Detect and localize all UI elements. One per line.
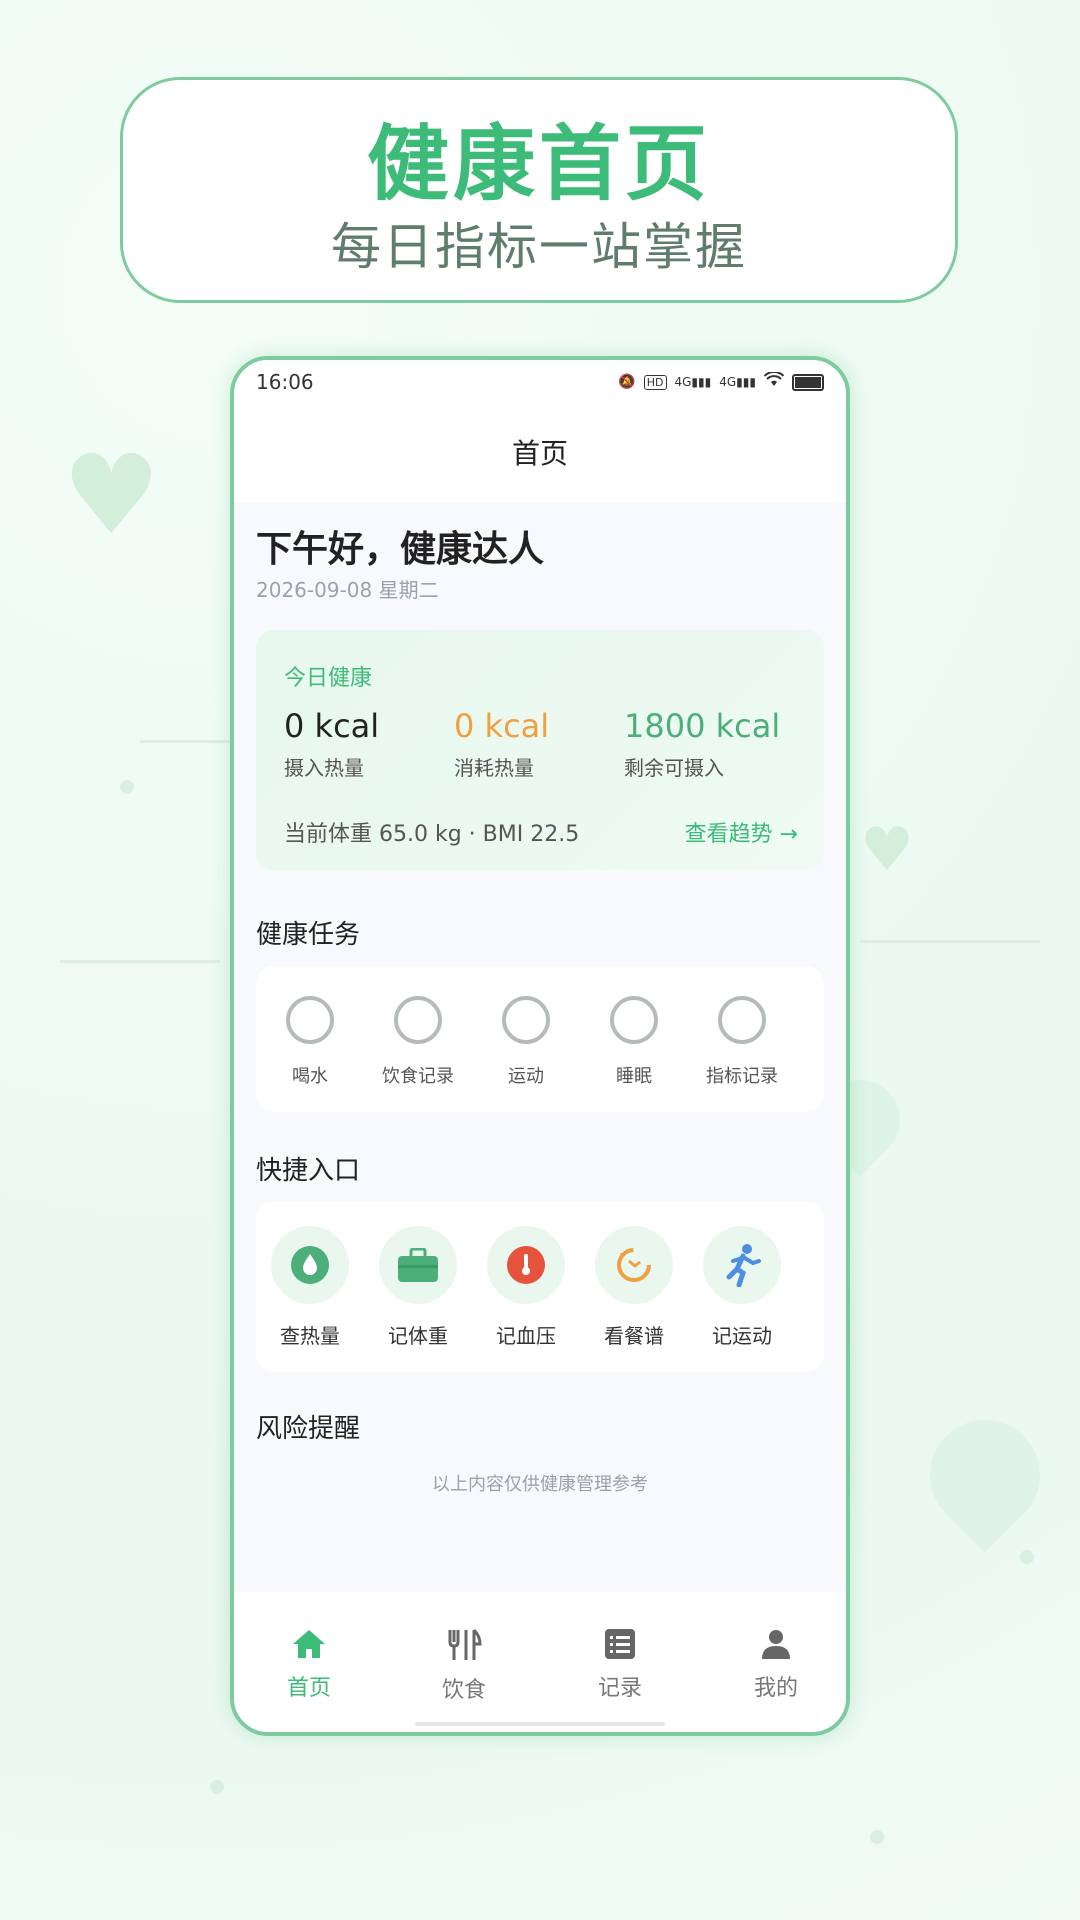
promo-banner: 健康首页 每日指标一站掌握 — [120, 77, 958, 303]
signal-4g-icon: 4G▮▮▮ — [719, 375, 756, 389]
hd-icon: HD — [643, 374, 667, 390]
user-icon — [762, 1630, 790, 1659]
mute-icon: 🔕 — [618, 374, 636, 390]
wifi-icon — [763, 370, 785, 392]
tab-label: 首页 — [286, 1676, 331, 1701]
greeting-date: 2026-09-08 星期二 — [256, 578, 439, 602]
task-item-indicators[interactable]: 指标记录 — [688, 996, 796, 1088]
quick-item-exercise[interactable]: 记运动 — [688, 1226, 796, 1349]
quick-item-blood-pressure[interactable]: 记血压 — [472, 1226, 580, 1349]
quick-item-menu[interactable]: 看餐谱 — [580, 1226, 688, 1349]
quick-label: 记体重 — [388, 1324, 448, 1348]
briefcase-icon — [379, 1226, 457, 1304]
today-title: 今日健康 — [284, 666, 373, 691]
view-trend-link[interactable]: 查看趋势 → — [685, 816, 798, 848]
task-item-diet[interactable]: 饮食记录 — [364, 996, 472, 1088]
thermometer-icon — [487, 1226, 565, 1304]
background-dot — [210, 1780, 224, 1794]
drop-icon — [271, 1226, 349, 1304]
background-heart-icon: ♥ — [860, 815, 914, 885]
quick-item-calorie[interactable]: 查热量 — [256, 1226, 364, 1349]
running-icon — [703, 1226, 781, 1304]
task-item-exercise[interactable]: 运动 — [472, 996, 580, 1088]
tab-records[interactable]: 记录 — [560, 1628, 680, 1702]
task-check-circle[interactable] — [718, 996, 766, 1044]
tab-mine[interactable]: 我的 — [716, 1628, 836, 1702]
list-icon — [605, 1629, 635, 1659]
task-item-water[interactable]: 喝水 — [256, 996, 364, 1088]
metric-remaining: 1800 kcal 剩余可摄入 — [624, 710, 780, 781]
metric-label: 剩余可摄入 — [624, 756, 724, 780]
quick-title: 快捷入口 — [256, 1156, 361, 1186]
bottom-tab-bar: 首页 饮食 记录 我的 — [234, 1592, 846, 1732]
tab-home[interactable]: 首页 — [249, 1628, 369, 1702]
background-dot — [1020, 1550, 1034, 1564]
quick-panel: 查热量 记体重 记血压 看餐谱 记运动 — [256, 1202, 824, 1372]
refresh-icon — [595, 1226, 673, 1304]
home-indicator — [415, 1722, 665, 1726]
task-label: 运动 — [508, 1066, 544, 1087]
tab-label: 饮食 — [441, 1678, 486, 1703]
weight-bmi-text: 当前体重 65.0 kg · BMI 22.5 — [284, 822, 580, 847]
metric-intake: 0 kcal 摄入热量 — [284, 710, 379, 781]
task-label: 指标记录 — [706, 1066, 778, 1087]
background-dot — [120, 780, 134, 794]
task-label: 喝水 — [292, 1066, 328, 1087]
background-heart-icon: ♥ — [62, 431, 161, 559]
tasks-title: 健康任务 — [256, 920, 361, 950]
signal-4g-icon: 4G▮▮▮ — [674, 375, 712, 389]
phone-frame: 16:06 🔕 HD 4G▮▮▮ 4G▮▮▮ 首页 下午好，健康达人 2026-… — [230, 356, 850, 1736]
risk-title: 风险提醒 — [256, 1414, 361, 1444]
quick-label: 查热量 — [280, 1324, 340, 1348]
battery-icon — [792, 373, 824, 391]
metric-value: 0 kcal — [454, 707, 550, 745]
tab-diet[interactable]: 饮食 — [404, 1628, 524, 1704]
greeting-text: 下午好，健康达人 — [256, 529, 545, 570]
background-dot — [870, 1830, 884, 1844]
quick-label: 记运动 — [712, 1324, 772, 1348]
status-icons: 🔕 HD 4G▮▮▮ 4G▮▮▮ — [618, 370, 824, 392]
banner-subtitle: 每日指标一站掌握 — [331, 218, 747, 276]
task-label: 睡眠 — [616, 1066, 652, 1087]
metric-label: 消耗热量 — [454, 756, 534, 780]
tab-label: 记录 — [597, 1676, 642, 1701]
task-label: 饮食记录 — [382, 1066, 454, 1087]
tasks-panel: 喝水 饮食记录 运动 睡眠 指标记录 — [256, 966, 824, 1112]
metric-value: 1800 kcal — [624, 707, 781, 745]
task-check-circle[interactable] — [610, 996, 658, 1044]
background-line — [60, 960, 220, 963]
page-title: 首页 — [511, 437, 568, 470]
background-drop-icon — [907, 1397, 1063, 1553]
banner-title: 健康首页 — [366, 117, 711, 212]
metric-value: 0 kcal — [284, 707, 380, 745]
disclaimer-note: 以上内容仅供健康管理参考 — [432, 1474, 648, 1495]
quick-item-weight[interactable]: 记体重 — [364, 1226, 472, 1349]
quick-label: 看餐谱 — [604, 1324, 664, 1348]
status-time: 16:06 — [256, 370, 314, 394]
task-check-circle[interactable] — [286, 996, 334, 1044]
task-check-circle[interactable] — [394, 996, 442, 1044]
status-bar: 16:06 🔕 HD 4G▮▮▮ 4G▮▮▮ — [234, 360, 846, 406]
quick-label: 记血压 — [496, 1324, 556, 1348]
background-line — [860, 940, 1040, 943]
metric-burned: 0 kcal 消耗热量 — [454, 710, 549, 781]
fork-icon — [448, 1628, 482, 1660]
tab-label: 我的 — [753, 1676, 798, 1701]
task-item-sleep[interactable]: 睡眠 — [580, 996, 688, 1088]
home-icon — [293, 1630, 325, 1658]
task-check-circle[interactable] — [502, 996, 550, 1044]
metric-label: 摄入热量 — [284, 756, 364, 780]
today-health-card: 今日健康 0 kcal 摄入热量 0 kcal 消耗热量 1800 kcal 剩… — [256, 630, 824, 870]
app-header: 首页 — [234, 406, 846, 502]
